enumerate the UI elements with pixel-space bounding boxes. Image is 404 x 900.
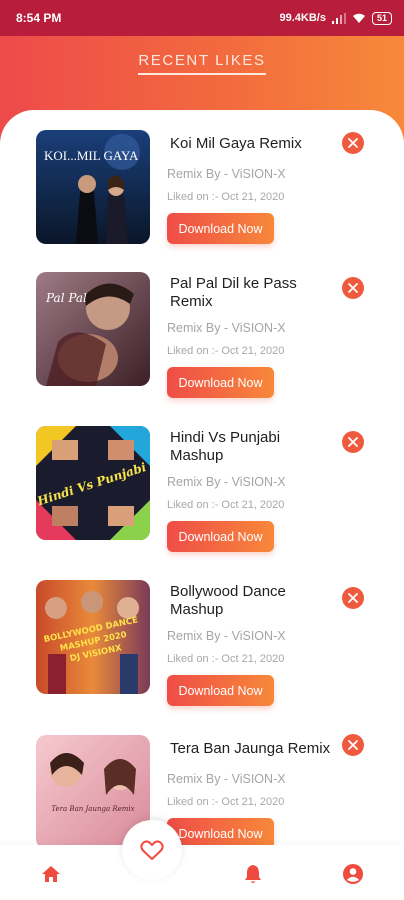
remove-button[interactable]	[342, 132, 364, 154]
song-cover[interactable]: Hindi Vs Punjabi	[36, 426, 150, 540]
song-artist: Remix By - ViSION-X	[167, 321, 286, 335]
close-icon	[348, 283, 358, 293]
cover-art: BOLLYWOOD DANCE MASHUP 2020 DJ ViSIONX	[36, 580, 150, 694]
svg-text:Tera Ban Jaunga Remix: Tera Ban Jaunga Remix	[51, 805, 134, 813]
close-icon	[348, 740, 358, 750]
list-item: BOLLYWOOD DANCE MASHUP 2020 DJ ViSIONX B…	[0, 580, 404, 710]
cover-art: Hindi Vs Punjabi	[36, 426, 150, 540]
liked-date: Liked on :- Oct 21, 2020	[167, 796, 285, 808]
cover-art: Pal Pal	[36, 272, 150, 386]
song-artist: Remix By - ViSION-X	[167, 629, 286, 643]
song-artist: Remix By - ViSION-X	[167, 772, 286, 786]
song-cover[interactable]: BOLLYWOOD DANCE MASHUP 2020 DJ ViSIONX	[36, 580, 150, 694]
page-title: RECENT LIKES	[0, 52, 404, 75]
battery-level: 51	[371, 11, 392, 25]
svg-text:Pal Pal: Pal Pal	[45, 291, 87, 305]
liked-date: Liked on :- Oct 21, 2020	[167, 345, 285, 357]
cover-art: KOI...MIL GAYA	[36, 130, 150, 244]
download-button[interactable]: Download Now	[167, 213, 274, 244]
close-icon	[348, 437, 358, 447]
song-title: Pal Pal Dil ke Pass Remix	[170, 275, 297, 310]
liked-date: Liked on :- Oct 21, 2020	[167, 499, 285, 511]
remove-button[interactable]	[342, 734, 364, 756]
remove-button[interactable]	[342, 431, 364, 453]
list-item: KOI...MIL GAYA Koi Mil Gaya Remix Remix …	[0, 130, 404, 260]
remove-button[interactable]	[342, 587, 364, 609]
svg-text:KOI...MIL GAYA: KOI...MIL GAYA	[44, 148, 139, 163]
close-icon	[348, 593, 358, 603]
liked-date: Liked on :- Oct 21, 2020	[167, 653, 285, 665]
liked-date: Liked on :- Oct 21, 2020	[167, 191, 285, 203]
status-right: 99.4KB/s 51	[279, 11, 392, 25]
song-artist: Remix By - ViSION-X	[167, 475, 286, 489]
favorites-fab[interactable]	[122, 820, 182, 880]
download-button[interactable]: Download Now	[167, 367, 274, 398]
bell-icon[interactable]	[242, 863, 264, 885]
list-item: Pal Pal Pal Pal Dil ke Pass Remix Remix …	[0, 272, 404, 402]
song-artist: Remix By - ViSION-X	[167, 167, 286, 181]
bottom-nav	[0, 845, 404, 900]
list-item: Hindi Vs Punjabi Hindi Vs Punjabi Mashup…	[0, 426, 404, 556]
song-title: Bollywood Dance Mashup	[170, 583, 286, 618]
song-cover[interactable]: Pal Pal	[36, 272, 150, 386]
song-title: Hindi Vs Punjabi Mashup	[170, 429, 281, 464]
profile-icon[interactable]	[342, 863, 364, 885]
song-cover[interactable]: KOI...MIL GAYA	[36, 130, 150, 244]
network-speed: 99.4KB/s	[279, 12, 326, 24]
song-title: Koi Mil Gaya Remix	[170, 135, 302, 152]
song-title: Tera Ban Jaunga Remix	[170, 740, 331, 757]
download-button[interactable]: Download Now	[167, 675, 274, 706]
home-icon[interactable]	[40, 863, 62, 885]
wifi-icon	[352, 13, 365, 23]
close-icon	[348, 138, 358, 148]
download-button[interactable]: Download Now	[167, 521, 274, 552]
status-time: 8:54 PM	[16, 11, 62, 25]
remove-button[interactable]	[342, 277, 364, 299]
heart-icon	[140, 840, 164, 860]
signal-icon	[331, 12, 346, 24]
status-bar: 8:54 PM 99.4KB/s 51	[0, 0, 404, 36]
